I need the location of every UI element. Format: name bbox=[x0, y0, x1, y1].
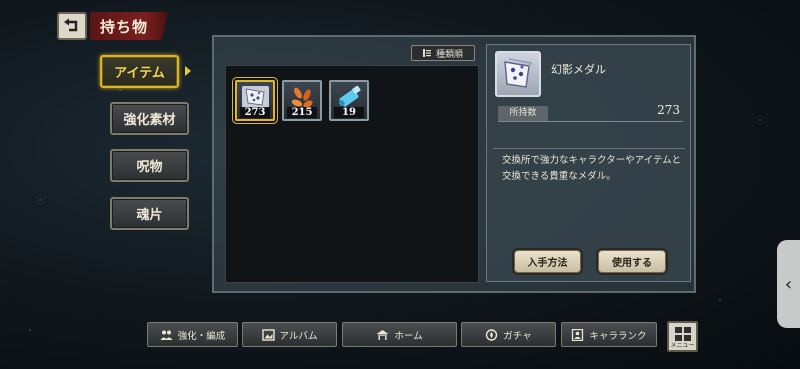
back-arrow-icon bbox=[64, 18, 78, 32]
rank-icon bbox=[572, 328, 584, 341]
nav-album[interactable]: アルバム bbox=[242, 322, 337, 347]
use-button[interactable]: 使用する bbox=[598, 250, 666, 273]
chevron-left-icon: ‹ bbox=[784, 273, 793, 295]
item-count: 273 bbox=[240, 107, 270, 118]
menu-label: メニュー bbox=[670, 342, 695, 349]
home-icon bbox=[376, 329, 389, 340]
nav-home[interactable]: ホーム bbox=[342, 322, 457, 347]
medal-icon bbox=[504, 58, 532, 88]
sort-icon bbox=[422, 49, 431, 57]
side-drawer-handle[interactable]: ‹ bbox=[777, 240, 800, 328]
tab-items[interactable]: アイテム bbox=[100, 55, 179, 88]
nav-character-rank[interactable]: キャラランク bbox=[561, 322, 657, 347]
back-button[interactable] bbox=[57, 12, 87, 40]
item-slot-petals[interactable]: 215 bbox=[282, 80, 322, 121]
owned-count-label: 所持数 bbox=[498, 106, 548, 121]
tab-enhance-materials[interactable]: 強化素材 bbox=[110, 102, 189, 135]
nav-gacha[interactable]: ガチャ bbox=[461, 322, 556, 347]
nav-label: キャラランク bbox=[589, 330, 647, 342]
item-slot-scroll[interactable]: 19 bbox=[329, 80, 369, 121]
owned-divider bbox=[498, 121, 683, 122]
nav-enhance-party[interactable]: 強化・編成 bbox=[147, 322, 238, 347]
detail-divider bbox=[493, 148, 685, 149]
owned-count-value: 273 bbox=[657, 103, 680, 117]
obtain-method-button[interactable]: 入手方法 bbox=[514, 250, 581, 273]
tab-soul-fragments[interactable]: 魂片 bbox=[110, 197, 189, 230]
nav-label: ホーム bbox=[394, 330, 423, 342]
item-description: 交換所で強力なキャラクターやアイテムと交換できる貴重なメダル。 bbox=[502, 155, 682, 182]
grid-icon bbox=[675, 327, 691, 341]
nav-label: 強化・編成 bbox=[177, 330, 226, 342]
item-count: 19 bbox=[334, 107, 364, 118]
active-tab-indicator-icon bbox=[185, 66, 191, 76]
detail-item-name: 幻影メダル bbox=[551, 63, 606, 76]
gacha-icon bbox=[486, 328, 498, 341]
sort-label: 種類順 bbox=[435, 49, 463, 60]
nav-label: ガチャ bbox=[503, 330, 532, 342]
menu-button[interactable]: メニュー bbox=[667, 321, 698, 352]
page-title: 持ち物 bbox=[90, 12, 168, 40]
item-slot-medal[interactable]: 273 bbox=[235, 80, 275, 121]
item-count: 215 bbox=[287, 107, 317, 118]
party-icon bbox=[160, 330, 173, 340]
album-icon bbox=[261, 328, 275, 341]
nav-label: アルバム bbox=[279, 330, 318, 342]
detail-item-image bbox=[495, 51, 541, 97]
tab-cursed-objects[interactable]: 呪物 bbox=[110, 149, 189, 182]
sort-button[interactable]: 種類順 bbox=[411, 45, 475, 61]
